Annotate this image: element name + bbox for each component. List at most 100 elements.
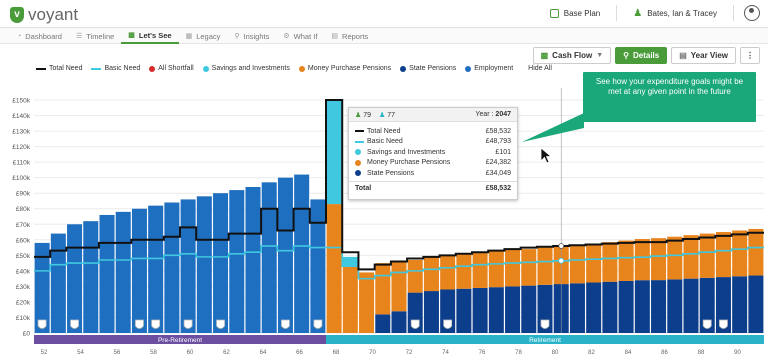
bar-segment xyxy=(407,259,423,293)
tab-label: Timeline xyxy=(86,31,115,41)
total-value: £58,532 xyxy=(485,184,511,192)
bar-segment xyxy=(569,245,585,284)
y-tick-label: £80k xyxy=(16,206,31,213)
bar-segment xyxy=(326,204,342,333)
tab-legacy[interactable]: ▦ Legacy xyxy=(179,28,228,44)
person-icon: ♟ 77 xyxy=(379,111,396,119)
bar-segment xyxy=(505,249,521,287)
row-label: Basic Need xyxy=(367,138,403,146)
y-tick-label: £150k xyxy=(12,98,30,105)
details-label: Details xyxy=(632,51,660,60)
bar-segment xyxy=(294,174,310,333)
y-tick-label: £130k xyxy=(12,129,30,136)
y-axis: £0 £10k £20k £30k £40k £50k £60k £70k £80k £90k £1… xyxy=(12,98,30,338)
x-tick-label: 68 xyxy=(333,350,340,356)
x-tick-label: 82 xyxy=(588,350,595,356)
cashflow-label: Cash Flow xyxy=(552,51,593,60)
voyant-logo[interactable]: v voyant xyxy=(10,5,78,25)
bar-segment xyxy=(261,182,277,333)
user-avatar-icon[interactable] xyxy=(744,5,760,21)
tooltip-row: Total Need £58,532 xyxy=(349,126,517,137)
bar-segment xyxy=(423,291,439,333)
x-tick-label: 86 xyxy=(661,350,668,356)
bar-segment xyxy=(505,286,521,333)
bar-segment xyxy=(602,242,618,282)
bar-segment xyxy=(196,196,212,333)
timeline-icon: ☰ xyxy=(75,33,83,40)
year-view-button[interactable]: ▤ Year View xyxy=(671,47,736,64)
year-value: 2047 xyxy=(495,111,511,118)
x-tick-label: 90 xyxy=(734,350,741,356)
event-marker-icon xyxy=(216,319,225,329)
legend-swatch xyxy=(355,170,367,177)
tab-label: Dashboard xyxy=(25,31,62,41)
y-tick-label: £20k xyxy=(16,299,31,306)
bar-chart-icon: ▩ xyxy=(540,51,549,60)
phase-bar: Pre-Retirement Retirement xyxy=(34,335,764,344)
legend-swatch xyxy=(355,140,367,143)
row-label: Savings and Investments xyxy=(367,148,446,156)
bar-segment xyxy=(391,261,407,312)
tooltip-total: Total £58,532 xyxy=(349,180,517,195)
row-label: State Pensions xyxy=(367,169,415,177)
details-button[interactable]: ⚲ Details xyxy=(615,47,668,64)
bar-segment xyxy=(651,238,667,281)
bar-segment xyxy=(521,285,537,333)
event-marker-icon xyxy=(135,319,144,329)
x-tick-label: 52 xyxy=(41,350,48,356)
event-marker-icon xyxy=(151,319,161,329)
data-tooltip: ♟ 79 ♟ 77 Year : 2047 Total Need £58,532 … xyxy=(348,107,518,200)
help-callout: See how your expenditure goals might be … xyxy=(583,72,756,122)
people-icon: ♟ xyxy=(633,7,643,19)
bar-segment xyxy=(667,279,683,333)
bar-segment xyxy=(50,233,66,333)
tab-what-if[interactable]: ⚙ What If xyxy=(276,28,324,44)
bar-segment xyxy=(391,311,407,333)
bar-segment xyxy=(229,190,245,333)
y-tick-label: £60k xyxy=(16,237,31,244)
event-marker-icon xyxy=(719,319,728,329)
document-icon: ▤ xyxy=(331,33,339,40)
clients-button[interactable]: ♟ Bates, Ian & Tracey xyxy=(627,6,723,21)
event-marker-icon xyxy=(183,319,193,329)
person-icon: ♟ 79 xyxy=(355,111,372,119)
base-plan-button[interactable]: Base Plan xyxy=(544,7,606,20)
bar-segment xyxy=(131,208,147,333)
y-tick-label: £50k xyxy=(16,253,31,260)
cursor-point xyxy=(558,243,565,249)
x-tick-label: 54 xyxy=(77,350,84,356)
chart-controls: ▩ Cash Flow ▼ ⚲ Details ▤ Year View ⋮ xyxy=(532,47,760,64)
cashflow-select[interactable]: ▩ Cash Flow ▼ xyxy=(532,47,612,64)
tab-lets-see[interactable]: ▩ Let's See xyxy=(121,28,179,44)
more-options-button[interactable]: ⋮ xyxy=(740,47,760,64)
tab-insights[interactable]: ⚲ Insights xyxy=(227,28,276,44)
y-tick-label: £40k xyxy=(16,268,31,275)
row-value: £34,049 xyxy=(485,169,511,177)
x-tick-label: 74 xyxy=(442,350,449,356)
event-marker-icon xyxy=(702,319,712,329)
x-tick-label: 64 xyxy=(260,350,267,356)
legend-swatch xyxy=(355,159,367,166)
event-marker-icon xyxy=(443,319,453,329)
bar-segment xyxy=(440,255,456,290)
tab-reports[interactable]: ▤ Reports xyxy=(324,28,375,44)
divider xyxy=(733,5,734,21)
tab-dashboard[interactable]: ◔ Dashboard xyxy=(10,28,69,44)
event-marker-icon xyxy=(540,319,550,329)
row-label: Money Purchase Pensions xyxy=(367,159,451,167)
bar-segment xyxy=(651,280,667,333)
event-marker-icon xyxy=(37,319,47,329)
x-axis: 52 54 56 58 60 62 64 66 68 70 72 74 76 78 80 82 84 86 88 90 xyxy=(41,350,742,356)
age-value: 79 xyxy=(363,111,372,119)
more-icon: ⋮ xyxy=(746,51,754,60)
bar-segment xyxy=(602,281,618,333)
tab-label: What If xyxy=(293,31,318,41)
bar-segment xyxy=(488,251,504,288)
voyant-logo-icon: v xyxy=(10,7,24,23)
bar-segment xyxy=(423,256,439,292)
event-marker-icon xyxy=(410,319,420,329)
bar-segment xyxy=(699,233,715,278)
tab-timeline[interactable]: ☰ Timeline xyxy=(69,28,121,44)
bar-segment xyxy=(521,249,537,286)
x-tick-label: 56 xyxy=(114,350,121,356)
